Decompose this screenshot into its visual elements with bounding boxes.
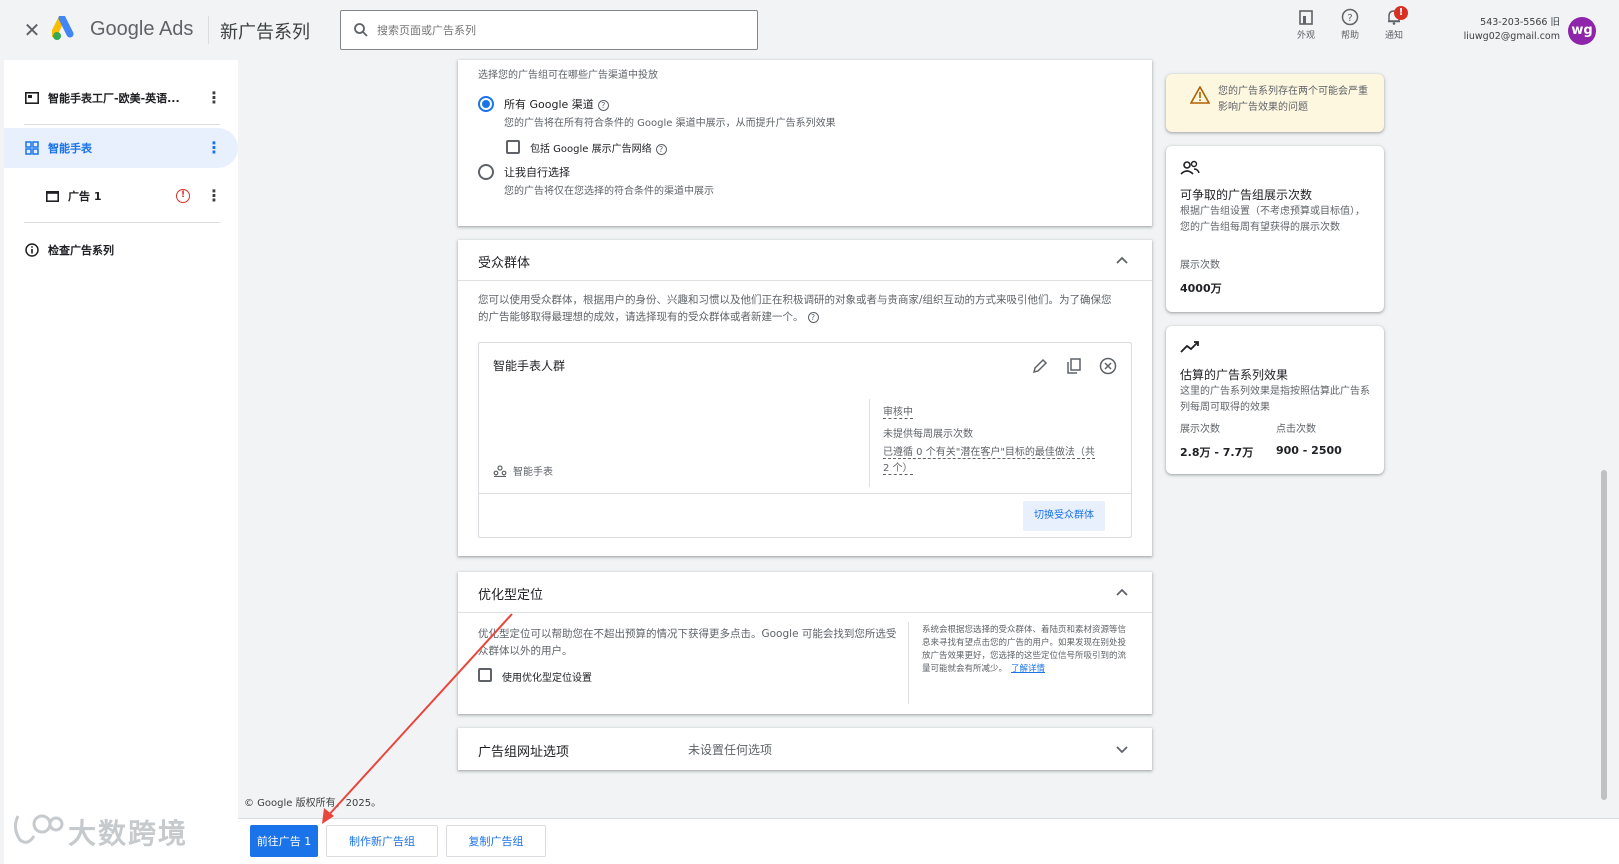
watermark-logo [13,814,64,844]
watermark-text: 大数跨境 [68,817,189,850]
watermark: 大数跨境 [10,806,210,856]
annotation-arrow [322,613,513,824]
